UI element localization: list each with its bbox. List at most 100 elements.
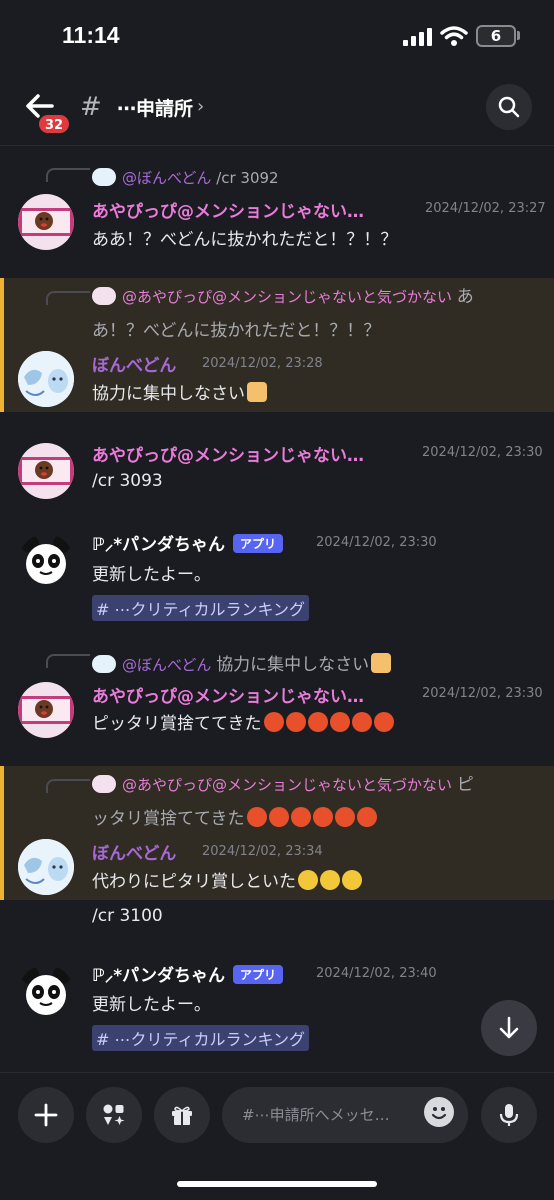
lotus-position-emoji-icon — [371, 653, 392, 673]
mini-avatar — [92, 775, 116, 793]
message-item[interactable]: @ぼんべどん /cr 3092 あやぴっぴ@メンションじゃない… 2024/12… — [0, 155, 554, 251]
reply-text: 協力に集中しなさい — [216, 655, 370, 675]
message-item[interactable]: ℙ⸝*パンダちゃん アプリ 2024/12/02, 23:30 更新したよー。 #… — [0, 524, 554, 624]
username[interactable]: あやぴっぴ@メンションじゃない… — [92, 441, 364, 466]
reply-text: ピ — [456, 775, 474, 795]
apps-button[interactable] — [86, 1087, 142, 1143]
message-text: ああ！？べどんに抜かれただと！？！？ — [92, 230, 398, 250]
battery-level: 6 — [490, 27, 502, 45]
hashtag-icon: # — [80, 92, 102, 122]
angry-face-emoji-icon — [312, 807, 333, 827]
angry-face-emoji-icon — [246, 807, 267, 827]
reply-user: @ぼんべどん — [122, 169, 212, 187]
reply-preview[interactable]: @ぼんべどん /cr 3092 — [92, 167, 279, 188]
username[interactable]: ぼんべどん — [92, 839, 176, 864]
reply-connector — [46, 168, 90, 182]
microphone-icon — [499, 1104, 519, 1126]
username[interactable]: ℙ⸝*パンダちゃん アプリ — [92, 530, 284, 555]
message-item[interactable]: /cr 3100 — [0, 902, 554, 936]
avatar[interactable] — [18, 351, 74, 407]
username-text: ℙ⸝*パンダちゃん — [92, 535, 225, 555]
search-button[interactable] — [486, 84, 532, 130]
jump-to-bottom-button[interactable] — [481, 1000, 537, 1056]
message-list[interactable]: @ぼんべどん /cr 3092 あやぴっぴ@メンションじゃない… 2024/12… — [0, 147, 554, 1072]
smiley-face-icon — [431, 1107, 447, 1120]
arrow-down-icon — [499, 1016, 519, 1039]
reply-text-continued: あ！？べどんに抜かれただと！？！？ — [92, 321, 381, 341]
status-time: 11:14 — [62, 22, 120, 48]
app-badge: アプリ — [233, 534, 284, 553]
username[interactable]: あやぴっぴ@メンションじゃない… — [92, 682, 364, 707]
mini-avatar — [92, 655, 116, 673]
reply-preview[interactable]: @ぼんべどん 協力に集中しなさい — [92, 650, 392, 675]
voice-message-button[interactable] — [481, 1087, 537, 1143]
avatar-image — [18, 351, 74, 407]
timestamp: 2024/12/02, 23:30 — [422, 445, 543, 460]
reply-text: /cr 3092 — [216, 169, 279, 187]
reply-connector — [46, 654, 90, 668]
avatar-image — [18, 208, 74, 236]
reply-text-body: ッタリ賞捨ててきた — [92, 809, 245, 829]
lotus-position-emoji-icon — [247, 382, 267, 402]
message-item-highlighted[interactable]: @あやぴっぴ@メンションじゃないと気づかない ピ ッタリ賞捨ててきた ぼんべどん… — [0, 766, 554, 900]
channel-mention-link[interactable]: # ⋯クリティカルランキング — [92, 1025, 310, 1051]
add-attachment-button[interactable] — [18, 1087, 74, 1143]
angry-face-emoji-icon — [290, 807, 311, 827]
message-item[interactable]: @ぼんべどん 協力に集中しなさい あやぴっぴ@メンションじゃない… 2024/1… — [0, 642, 554, 742]
reply-user: @あやぴっぴ@メンションじゃないと気づかない — [122, 288, 453, 306]
reply-user: @あやぴっぴ@メンションじゃないと気づかない — [122, 776, 453, 794]
message-item-highlighted[interactable]: @あやぴっぴ@メンションじゃないと気づかない あ あ！？べどんに抜かれただと！？… — [0, 278, 554, 412]
avatar[interactable] — [18, 682, 74, 738]
chevron-right-icon[interactable]: › — [197, 96, 204, 117]
username[interactable]: ぼんべどん — [92, 351, 176, 376]
plus-icon — [34, 1103, 58, 1127]
status-bar: 11:14 6 — [0, 0, 554, 70]
avatar[interactable] — [18, 965, 74, 1021]
timestamp: 2024/12/02, 23:28 — [202, 356, 323, 371]
angry-face-emoji-icon — [356, 807, 377, 827]
channel-mention-link[interactable]: # ⋯クリティカルランキング — [92, 595, 310, 621]
message-text: 更新したよー。 — [92, 565, 211, 585]
message-text: 更新したよー。 — [92, 995, 211, 1015]
message-text-body: 協力に集中しなさい — [92, 384, 245, 404]
emoji-picker-icon[interactable] — [424, 1097, 454, 1127]
apps-icon — [103, 1104, 125, 1125]
message-item[interactable]: あやぴっぴ@メンションじゃない… 2024/12/02, 23:30 /cr 3… — [0, 435, 554, 505]
reply-preview[interactable]: @あやぴっぴ@メンションじゃないと気づかない ピ — [92, 770, 474, 795]
cellular-signal-icon — [403, 28, 432, 46]
reply-preview[interactable]: @あやぴっぴ@メンションじゃないと気づかない あ — [92, 282, 474, 307]
message-text: ピッタリ賞捨ててきた — [92, 709, 394, 734]
avatar[interactable] — [18, 839, 74, 895]
angry-face-emoji-icon — [373, 712, 394, 732]
timestamp: 2024/12/02, 23:30 — [316, 535, 437, 550]
angry-face-emoji-icon — [263, 712, 284, 732]
battery-icon: 6 — [476, 25, 516, 47]
message-item[interactable]: ℙ⸝*パンダちゃん アプリ 2024/12/02, 23:40 更新したよー。 #… — [0, 955, 554, 1055]
reply-connector — [46, 779, 90, 793]
channel-name[interactable]: ⋯申請所 — [117, 94, 193, 121]
username-text: ℙ⸝*パンダちゃん — [92, 966, 225, 986]
angry-face-emoji-icon — [268, 807, 289, 827]
message-text: /cr 3093 — [92, 471, 163, 491]
username[interactable]: あやぴっぴ@メンションじゃない… — [92, 197, 364, 222]
heart-eyes-emoji-icon — [320, 870, 340, 890]
message-text: /cr 3100 — [92, 906, 163, 926]
username[interactable]: ℙ⸝*パンダちゃん アプリ — [92, 961, 284, 986]
avatar-image — [18, 457, 74, 485]
gift-button[interactable] — [154, 1087, 210, 1143]
angry-face-emoji-icon — [307, 712, 328, 732]
timestamp: 2024/12/02, 23:34 — [202, 844, 323, 859]
reply-text-continued: ッタリ賞捨ててきた — [92, 804, 377, 829]
message-text: 代わりにピタリ賞しといた — [92, 867, 362, 892]
channel-header: 32 # ⋯申請所 › — [0, 70, 554, 146]
reply-connector — [46, 291, 90, 305]
angry-face-emoji-icon — [329, 712, 350, 732]
reply-user: @ぼんべどん — [122, 656, 212, 674]
wifi-icon — [440, 26, 468, 46]
avatar[interactable] — [18, 194, 74, 250]
search-icon — [498, 96, 520, 118]
avatar[interactable] — [18, 443, 74, 499]
mini-avatar — [92, 168, 116, 186]
app-badge: アプリ — [233, 965, 284, 984]
avatar[interactable] — [18, 534, 74, 590]
